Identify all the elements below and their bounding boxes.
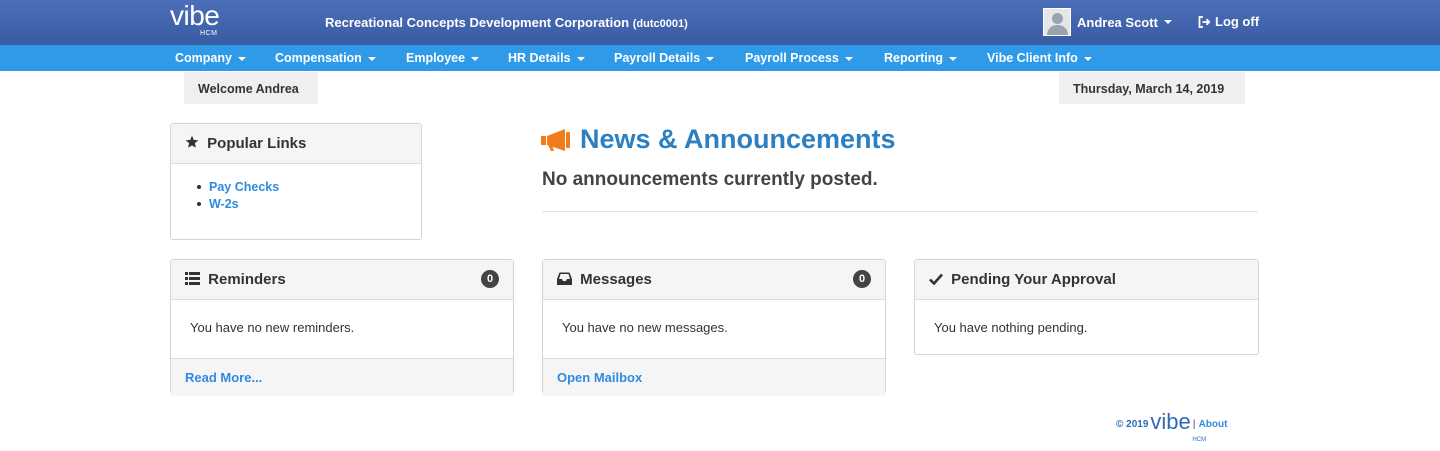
top-bar: vibe HCM Recreational Concepts Developme… bbox=[0, 0, 1440, 45]
nav-hr-details[interactable]: HR Details bbox=[508, 51, 585, 65]
link-w2s[interactable]: W-2s bbox=[197, 197, 421, 211]
nav-label: Payroll Details bbox=[614, 51, 701, 65]
caret-down-icon bbox=[367, 56, 376, 61]
vibe-logo[interactable]: vibe HCM bbox=[170, 2, 242, 40]
user-menu[interactable]: Andrea Scott bbox=[1043, 7, 1172, 37]
popular-links-header: Popular Links bbox=[171, 124, 421, 164]
nav-label: Employee bbox=[406, 51, 466, 65]
footer-separator: | bbox=[1192, 418, 1196, 430]
megaphone-icon bbox=[541, 128, 570, 151]
nav-label: Company bbox=[175, 51, 232, 65]
nav-compensation[interactable]: Compensation bbox=[275, 51, 376, 65]
reminders-count-badge: 0 bbox=[481, 270, 499, 288]
news-title: News & Announcements bbox=[540, 124, 896, 155]
current-date: Thursday, March 14, 2019 bbox=[1059, 72, 1245, 104]
logo-sub: HCM bbox=[200, 30, 218, 37]
check-icon bbox=[929, 272, 943, 289]
inbox-icon bbox=[557, 272, 572, 289]
caret-down-icon bbox=[576, 56, 585, 61]
company-code: (dutc0001) bbox=[632, 18, 688, 30]
reminders-title: Reminders bbox=[208, 271, 286, 288]
nav-label: Reporting bbox=[884, 51, 944, 65]
nav-reporting[interactable]: Reporting bbox=[884, 51, 958, 65]
nav-label: Compensation bbox=[275, 51, 362, 65]
company-name-text: Recreational Concepts Development Corpor… bbox=[325, 15, 630, 30]
pending-body: You have nothing pending. bbox=[934, 320, 1088, 335]
main-nav: Company Compensation Employee HR Details… bbox=[0, 45, 1440, 71]
reminders-panel: Reminders 0 You have no new reminders. R… bbox=[170, 259, 514, 396]
popular-links-title: Popular Links bbox=[207, 135, 307, 152]
pending-title: Pending Your Approval bbox=[951, 271, 1116, 288]
nav-label: Payroll Process bbox=[745, 51, 839, 65]
copyright: © 2019 bbox=[1116, 418, 1149, 430]
logo-text: vibe bbox=[170, 0, 220, 31]
pending-header: Pending Your Approval bbox=[915, 260, 1258, 300]
reminders-body: You have no new reminders. bbox=[190, 320, 355, 335]
caret-down-icon bbox=[949, 56, 958, 61]
pending-approval-panel: Pending Your Approval You have nothing p… bbox=[914, 259, 1259, 355]
open-mailbox-link[interactable]: Open Mailbox bbox=[543, 358, 885, 396]
messages-header: Messages 0 bbox=[543, 260, 885, 300]
nav-company[interactable]: Company bbox=[175, 51, 246, 65]
list-icon bbox=[185, 271, 200, 289]
welcome-message: Welcome Andrea bbox=[184, 72, 318, 104]
caret-down-icon bbox=[471, 56, 480, 61]
company-name: Recreational Concepts Development Corpor… bbox=[325, 15, 688, 30]
messages-title: Messages bbox=[580, 271, 652, 288]
logoff-label: Log off bbox=[1215, 14, 1260, 29]
link-pay-checks[interactable]: Pay Checks bbox=[197, 180, 421, 194]
star-icon bbox=[185, 135, 199, 153]
logout-icon bbox=[1198, 15, 1211, 28]
messages-panel: Messages 0 You have no new messages. Ope… bbox=[542, 259, 886, 396]
footer-logo-sub: HCM bbox=[1192, 437, 1207, 443]
caret-down-icon bbox=[1083, 56, 1092, 61]
messages-body: You have no new messages. bbox=[562, 320, 728, 335]
footer-logo: vibe HCM bbox=[1150, 409, 1206, 444]
nav-label: Vibe Client Info bbox=[987, 51, 1078, 65]
nav-label: HR Details bbox=[508, 51, 571, 65]
avatar bbox=[1043, 8, 1071, 36]
logoff-button[interactable]: Log off bbox=[1198, 14, 1259, 29]
nav-payroll-process[interactable]: Payroll Process bbox=[745, 51, 853, 65]
user-name: Andrea Scott bbox=[1077, 14, 1158, 30]
caret-down-icon bbox=[237, 56, 246, 61]
chevron-down-icon bbox=[1163, 20, 1172, 24]
caret-down-icon bbox=[844, 56, 853, 61]
footer: © 2019 vibe HCM | About bbox=[1116, 409, 1228, 444]
popular-links-list: Pay Checks W-2s bbox=[171, 164, 421, 211]
nav-vibe-client-info[interactable]: Vibe Client Info bbox=[987, 51, 1092, 65]
nav-employee[interactable]: Employee bbox=[406, 51, 480, 65]
read-more-link[interactable]: Read More... bbox=[171, 358, 513, 396]
nav-payroll-details[interactable]: Payroll Details bbox=[614, 51, 715, 65]
news-title-text: News & Announcements bbox=[580, 124, 896, 154]
reminders-header: Reminders 0 bbox=[171, 260, 513, 300]
footer-logo-text: vibe bbox=[1150, 409, 1191, 434]
popular-links-panel: Popular Links Pay Checks W-2s bbox=[170, 123, 422, 240]
caret-down-icon bbox=[706, 56, 715, 61]
news-empty-message: No announcements currently posted. bbox=[542, 169, 878, 190]
messages-count-badge: 0 bbox=[853, 270, 871, 288]
about-link[interactable]: About bbox=[1199, 419, 1228, 430]
divider bbox=[542, 211, 1258, 212]
